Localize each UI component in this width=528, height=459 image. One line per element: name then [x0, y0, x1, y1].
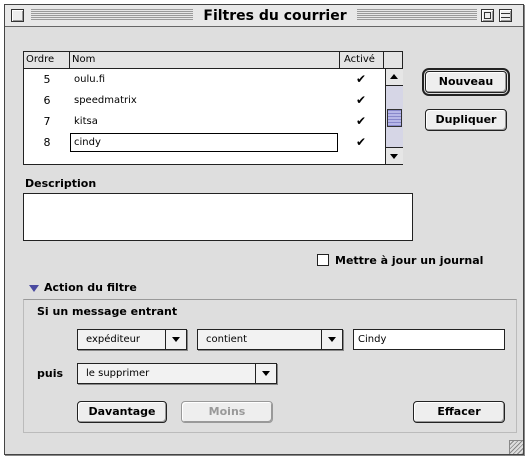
condition-value-input[interactable]: Cindy: [353, 329, 505, 350]
close-box-icon[interactable]: [11, 9, 24, 22]
table-row[interactable]: 7 kitsa ✔: [24, 111, 385, 132]
nouveau-button[interactable]: Nouveau: [422, 68, 510, 96]
journal-checkbox[interactable]: [317, 254, 329, 266]
row-order: 6: [43, 94, 51, 107]
row-name[interactable]: cindy: [74, 132, 101, 153]
row-name: oulu.fi: [74, 74, 106, 85]
name-edit-field[interactable]: [70, 133, 338, 152]
resize-grip-icon[interactable]: [509, 440, 523, 454]
table-row[interactable]: 5 oulu.fi ✔: [24, 69, 385, 90]
table-row[interactable]: 6 speedmatrix ✔: [24, 90, 385, 111]
scroll-down-arrow-icon[interactable]: [386, 147, 403, 164]
row-order: 8: [43, 136, 51, 149]
row-order: 5: [43, 73, 51, 86]
row-name: speedmatrix: [74, 95, 137, 106]
filters-window: Filtres du courrier Ordre Nom Activé 5 o…: [4, 4, 524, 455]
table-header: Ordre Nom Activé: [24, 52, 402, 69]
title-stripes-right: [357, 9, 477, 21]
column-header-nom[interactable]: Nom: [70, 52, 340, 69]
operator-select-value: contient: [206, 334, 248, 345]
operator-select[interactable]: contient: [197, 329, 343, 350]
moins-button[interactable]: Moins: [181, 401, 273, 423]
column-header-ordre[interactable]: Ordre: [24, 52, 70, 69]
disclosure-triangle-icon[interactable]: [29, 285, 39, 292]
collapse-box-icon[interactable]: [499, 9, 512, 22]
condition-label: Si un message entrant: [37, 305, 178, 318]
window-title: Filtres du courrier: [199, 7, 351, 25]
table-rows: 5 oulu.fi ✔ 6 speedmatrix ✔ 7 kitsa ✔ 8 …: [24, 69, 385, 153]
then-label: puis: [37, 367, 64, 380]
title-stripes-left: [31, 9, 193, 21]
chevron-down-icon: [172, 337, 180, 342]
checkmark-icon[interactable]: ✔: [356, 111, 366, 132]
action-select-value: le supprimer: [86, 368, 150, 379]
action-section-label: Action du filtre: [44, 281, 137, 294]
table-row-selected[interactable]: 8 cindy ✔: [24, 132, 385, 153]
effacer-button[interactable]: Effacer: [413, 401, 505, 423]
zoom-box-icon[interactable]: [481, 9, 494, 22]
checkmark-icon[interactable]: ✔: [356, 69, 366, 90]
popup-separator: [165, 330, 166, 349]
scroll-thumb[interactable]: [387, 109, 402, 127]
row-name: kitsa: [74, 116, 98, 127]
filters-table: Ordre Nom Activé 5 oulu.fi ✔ 6 speedmatr…: [23, 51, 403, 165]
dupliquer-button[interactable]: Dupliquer: [425, 109, 507, 131]
chevron-down-icon: [328, 337, 336, 342]
description-field[interactable]: [23, 193, 413, 241]
column-header-corner: [384, 52, 403, 69]
action-select[interactable]: le supprimer: [77, 363, 277, 384]
vertical-scrollbar[interactable]: [385, 69, 403, 164]
popup-separator: [321, 330, 322, 349]
chevron-down-icon: [262, 371, 270, 376]
checkmark-icon[interactable]: ✔: [356, 132, 366, 153]
title-bar[interactable]: Filtres du courrier: [5, 5, 523, 27]
davantage-button[interactable]: Davantage: [77, 401, 167, 423]
scroll-up-arrow-icon[interactable]: [386, 69, 403, 86]
column-header-active[interactable]: Activé: [340, 52, 384, 69]
row-order: 7: [43, 115, 51, 128]
description-label: Description: [25, 177, 97, 190]
field-select[interactable]: expéditeur: [77, 329, 187, 350]
popup-separator: [255, 364, 256, 383]
checkmark-icon[interactable]: ✔: [356, 90, 366, 111]
field-select-value: expéditeur: [86, 334, 141, 345]
journal-label[interactable]: Mettre à jour un journal: [335, 254, 483, 267]
